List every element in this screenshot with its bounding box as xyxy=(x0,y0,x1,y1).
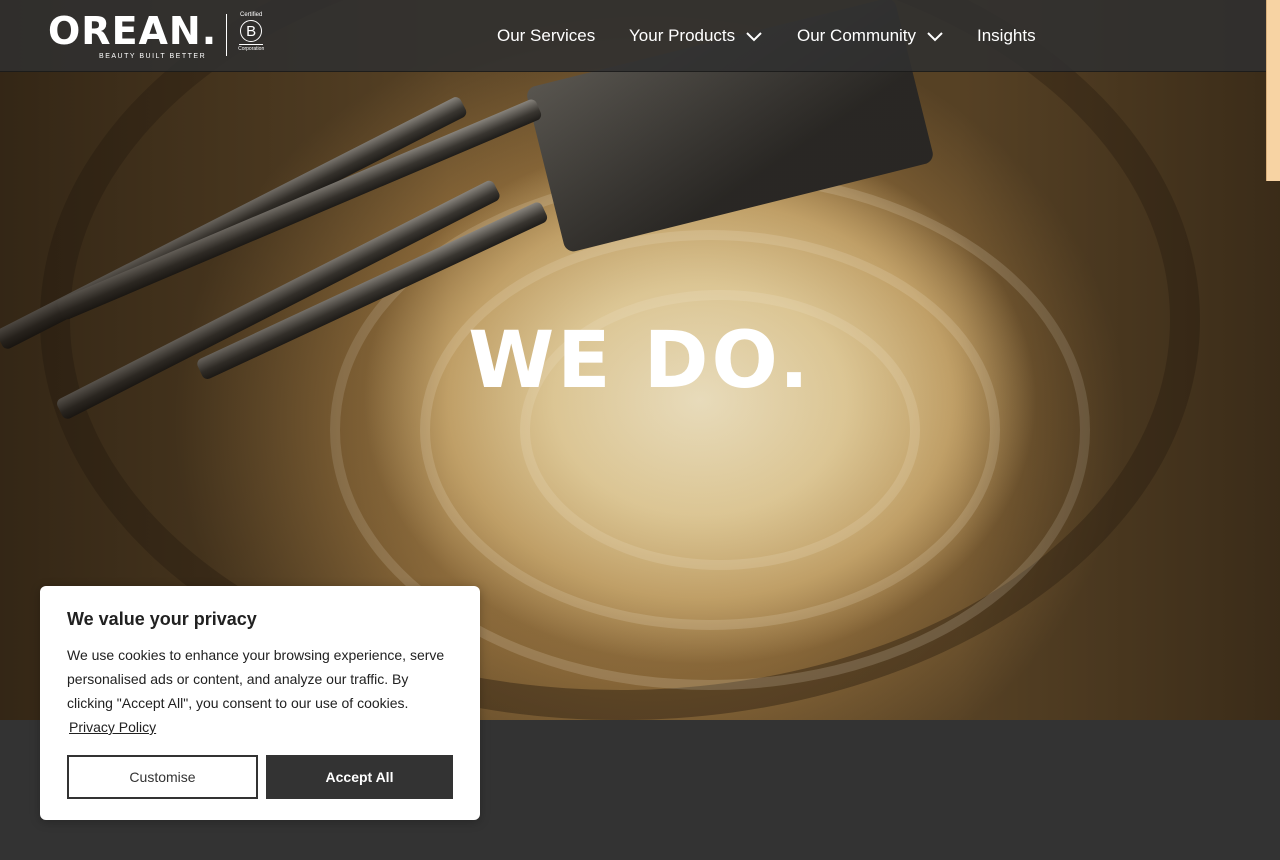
nav-label: Insights xyxy=(977,26,1036,45)
accept-all-button[interactable]: Accept All xyxy=(266,755,453,799)
nav-label: Our Community xyxy=(797,26,917,45)
chevron-down-icon[interactable] xyxy=(745,24,763,48)
nav-our-services[interactable]: Our Services xyxy=(497,24,595,48)
cookie-body-text: We use cookies to enhance your browsing … xyxy=(67,647,445,711)
nav-your-products[interactable]: Your Products xyxy=(629,24,763,48)
side-accent-bar xyxy=(1266,0,1280,181)
site-header: OREAN. BEAUTY BUILT BETTER Certified B C… xyxy=(0,0,1280,72)
customise-button[interactable]: Customise xyxy=(67,755,258,799)
cookie-title: We value your privacy xyxy=(67,609,257,629)
chevron-down-icon[interactable] xyxy=(926,24,944,48)
cookie-consent-banner: We value your privacy We use cookies to … xyxy=(40,586,480,820)
hero-headline: WE DO. xyxy=(468,316,812,406)
nav-insights[interactable]: Insights xyxy=(977,24,1036,48)
cookie-buttons: Customise Accept All xyxy=(67,755,453,799)
nav-label: Your Products xyxy=(629,26,736,45)
privacy-policy-link[interactable]: Privacy Policy xyxy=(69,719,156,735)
nav-label: Our Services xyxy=(497,26,596,45)
cookie-body: We use cookies to enhance your browsing … xyxy=(67,643,453,739)
main-nav: Our Services Your Products Our Community… xyxy=(0,0,1280,72)
nav-our-community[interactable]: Our Community xyxy=(797,24,944,48)
